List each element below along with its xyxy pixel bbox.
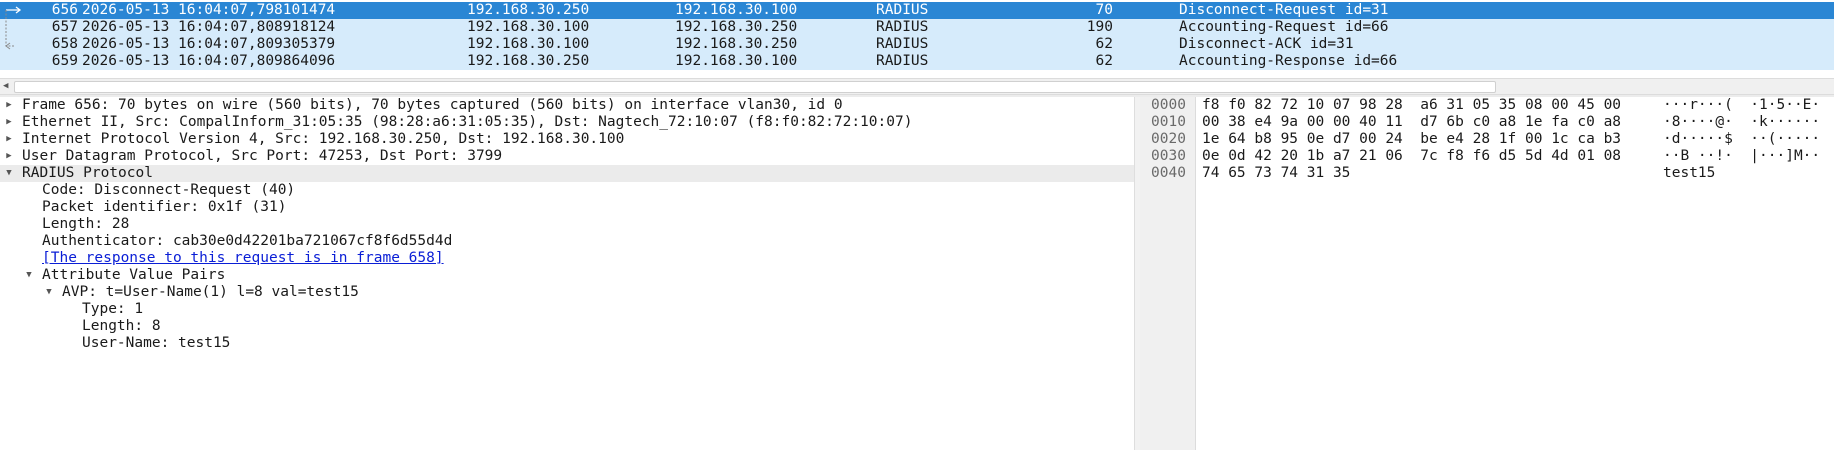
byte-offset: 0030: [1151, 148, 1186, 164]
expand-down-icon[interactable]: ▼: [44, 284, 54, 301]
packet-list-scrollbar[interactable]: ◀: [0, 78, 1834, 95]
tree-radius-packet-id[interactable]: Packet identifier: 0x1f (31): [0, 199, 1134, 216]
tree-radius[interactable]: ▼ RADIUS Protocol: [0, 165, 1134, 182]
offset-column: 0000 0010 0020 0030 0040: [1140, 97, 1196, 450]
packet-length: 190: [1086, 19, 1113, 35]
packet-source: 192.168.30.250: [467, 53, 590, 69]
tree-avp-username[interactable]: User-Name: test15: [0, 335, 1134, 352]
tree-label: User-Name: test15: [82, 335, 231, 351]
tree-radius-authenticator[interactable]: Authenticator: cab30e0d42201ba721067cf8f…: [0, 233, 1134, 250]
ascii-bytes[interactable]: test15: [1663, 165, 1715, 182]
scroll-left-icon[interactable]: ◀: [3, 81, 8, 91]
expand-right-icon[interactable]: ▶: [4, 114, 14, 131]
tree-label: RADIUS Protocol: [22, 165, 153, 181]
packet-protocol: RADIUS: [876, 2, 929, 18]
ascii-bytes[interactable]: ··B ··!· |···]M··: [1663, 148, 1820, 165]
packet-info: Accounting-Response id=66: [1179, 53, 1398, 69]
expand-right-icon[interactable]: ▶: [4, 97, 14, 114]
packet-row-657[interactable]: 657 2026-05-13 16:04:07,808918124 192.16…: [0, 19, 1834, 36]
tree-label: AVP: t=User-Name(1) l=8 val=test15: [62, 284, 359, 300]
packet-row-658[interactable]: 658 2026-05-13 16:04:07,809305379 192.16…: [0, 36, 1834, 53]
tree-label: Attribute Value Pairs: [42, 267, 226, 283]
packet-source: 192.168.30.100: [467, 36, 590, 52]
packet-destination: 192.168.30.250: [675, 36, 798, 52]
tree-label: Code: Disconnect-Request (40): [42, 182, 296, 198]
packet-time: 2026-05-13 16:04:07,809864096: [82, 53, 336, 69]
tree-response-link[interactable]: [The response to this request is in fram…: [0, 250, 1134, 267]
byte-offset: 0040: [1151, 165, 1186, 181]
tree-avp-group[interactable]: ▼ Attribute Value Pairs: [0, 267, 1134, 284]
expand-down-icon[interactable]: ▼: [4, 165, 14, 182]
tree-label: Internet Protocol Version 4, Src: 192.16…: [22, 131, 625, 147]
packet-source: 192.168.30.250: [467, 2, 590, 18]
tree-radius-code[interactable]: Code: Disconnect-Request (40): [0, 182, 1134, 199]
ascii-bytes[interactable]: ·d·····$ ··(·····: [1663, 131, 1820, 148]
byte-offset: 0020: [1151, 131, 1186, 147]
packet-row-659[interactable]: 659 2026-05-13 16:04:07,809864096 192.16…: [0, 53, 1834, 70]
byte-offset: 0010: [1151, 114, 1186, 130]
packet-list[interactable]: 656 2026-05-13 16:04:07,798101474 192.16…: [0, 0, 1834, 70]
tree-udp[interactable]: ▶ User Datagram Protocol, Src Port: 4725…: [0, 148, 1134, 165]
tree-label: Type: 1: [82, 301, 144, 317]
packet-time: 2026-05-13 16:04:07,798101474: [82, 2, 336, 18]
tree-label: Authenticator: cab30e0d42201ba721067cf8f…: [42, 233, 453, 249]
packet-destination: 192.168.30.250: [675, 19, 798, 35]
tree-label: Frame 656: 70 bytes on wire (560 bits), …: [22, 97, 843, 113]
expand-right-icon[interactable]: ▶: [4, 131, 14, 148]
packet-protocol: RADIUS: [876, 19, 929, 35]
packet-info: Disconnect-Request id=31: [1179, 2, 1389, 18]
packet-number: 658: [51, 36, 78, 52]
packet-number: 659: [51, 53, 78, 69]
tree-label: Packet identifier: 0x1f (31): [42, 199, 287, 215]
tree-label: Ethernet II, Src: CompalInform_31:05:35 …: [22, 114, 913, 130]
expand-down-icon[interactable]: ▼: [24, 267, 34, 284]
packet-number: 657: [51, 19, 78, 35]
packet-protocol: RADIUS: [876, 53, 929, 69]
tree-label: Length: 28: [42, 216, 130, 232]
packet-info: Accounting-Request id=66: [1179, 19, 1389, 35]
hex-bytes[interactable]: 74 65 73 74 31 35: [1202, 165, 1350, 182]
hex-bytes[interactable]: 0e 0d 42 20 1b a7 21 06 7c f8 f6 d5 5d 4…: [1202, 148, 1621, 165]
packet-destination: 192.168.30.100: [675, 2, 798, 18]
packet-length: 70: [1095, 2, 1113, 18]
tree-frame[interactable]: ▶ Frame 656: 70 bytes on wire (560 bits)…: [0, 97, 1134, 114]
ascii-bytes[interactable]: ·8····@· ·k······: [1663, 114, 1820, 131]
packet-protocol: RADIUS: [876, 36, 929, 52]
tree-avp-type[interactable]: Type: 1: [0, 301, 1134, 318]
scrollbar-thumb[interactable]: [14, 81, 1496, 93]
related-packet-icon: [5, 6, 22, 50]
packet-details-pane[interactable]: ▶ Frame 656: 70 bytes on wire (560 bits)…: [0, 97, 1134, 450]
packet-number: 656: [51, 2, 78, 18]
packet-time: 2026-05-13 16:04:07,808918124: [82, 19, 336, 35]
hex-bytes[interactable]: 00 38 e4 9a 00 00 40 11 d7 6b c0 a8 1e f…: [1202, 114, 1621, 131]
packet-length: 62: [1095, 53, 1113, 69]
ascii-bytes[interactable]: ···r···( ·1·5··E·: [1663, 97, 1820, 114]
response-frame-link[interactable]: [The response to this request is in fram…: [42, 250, 444, 267]
packet-row-656[interactable]: 656 2026-05-13 16:04:07,798101474 192.16…: [0, 2, 1834, 19]
packet-destination: 192.168.30.100: [675, 53, 798, 69]
byte-offset: 0000: [1151, 97, 1186, 113]
tree-label: User Datagram Protocol, Src Port: 47253,…: [22, 148, 503, 164]
hex-bytes[interactable]: f8 f0 82 72 10 07 98 28 a6 31 05 35 08 0…: [1202, 97, 1621, 114]
packet-bytes-pane[interactable]: 0000 0010 0020 0030 0040 f8 f0 82 72 10 …: [1140, 97, 1834, 450]
packet-info: Disconnect-ACK id=31: [1179, 36, 1354, 52]
tree-radius-length[interactable]: Length: 28: [0, 216, 1134, 233]
tree-avp-length[interactable]: Length: 8: [0, 318, 1134, 335]
packet-length: 62: [1095, 36, 1113, 52]
tree-avp[interactable]: ▼ AVP: t=User-Name(1) l=8 val=test15: [0, 284, 1134, 301]
hex-bytes[interactable]: 1e 64 b8 95 0e d7 00 24 be e4 28 1f 00 1…: [1202, 131, 1621, 148]
packet-source: 192.168.30.100: [467, 19, 590, 35]
packet-time: 2026-05-13 16:04:07,809305379: [82, 36, 336, 52]
tree-ethernet[interactable]: ▶ Ethernet II, Src: CompalInform_31:05:3…: [0, 114, 1134, 131]
tree-label: Length: 8: [82, 318, 161, 334]
tree-ip[interactable]: ▶ Internet Protocol Version 4, Src: 192.…: [0, 131, 1134, 148]
expand-right-icon[interactable]: ▶: [4, 148, 14, 165]
